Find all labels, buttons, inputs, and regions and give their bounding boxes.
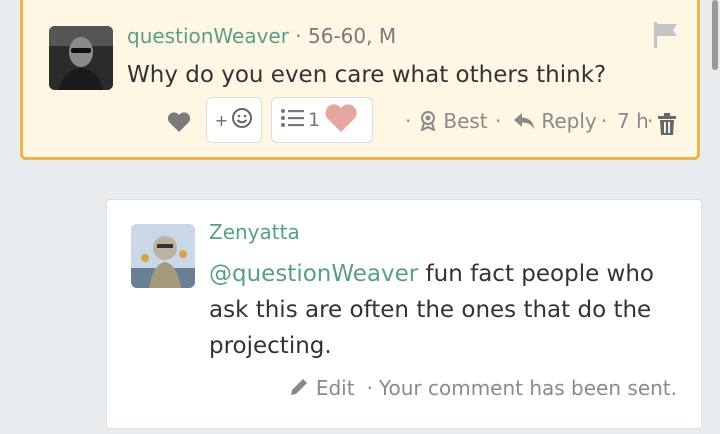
separator: · [601, 109, 608, 133]
trash-icon[interactable] [657, 113, 677, 139]
reply-label: Reply [541, 109, 597, 133]
reply-comment: Zenyatta @questionWeaver fun fact people… [106, 199, 702, 429]
edit-label: Edit [315, 376, 355, 400]
like-heart-icon[interactable] [167, 111, 191, 137]
smiley-icon [231, 107, 253, 133]
separator: · [647, 109, 654, 133]
timestamp: 7 h [617, 109, 649, 133]
flag-icon[interactable] [651, 20, 681, 54]
author-name[interactable]: questionWeaver [127, 24, 289, 48]
scrollbar[interactable] [712, 0, 718, 70]
reactions-button[interactable]: 1 [271, 97, 373, 143]
avatar[interactable] [49, 26, 113, 90]
add-reaction-button[interactable]: + [206, 97, 262, 143]
separator: · [405, 109, 412, 133]
comment-text: Why do you even care what others think? [127, 62, 607, 88]
author-name[interactable]: Zenyatta [209, 220, 300, 244]
pencil-icon [289, 376, 315, 400]
highlighted-comment: questionWeaver · 56-60, M Why do you eve… [20, 0, 700, 160]
mention-link[interactable]: @questionWeaver [209, 261, 418, 287]
reaction-count: 1 [308, 109, 321, 131]
heart-reaction-icon [324, 103, 358, 138]
separator: · [495, 109, 502, 133]
sent-status: Your comment has been sent. [378, 376, 677, 400]
list-icon [280, 107, 304, 134]
add-reaction-plus: + [214, 110, 229, 130]
reply-arrow-icon [513, 109, 541, 133]
best-button[interactable]: Best [419, 109, 488, 133]
reply-button[interactable]: Reply [513, 109, 597, 133]
reply-footer: Edit · Your comment has been sent. [289, 376, 677, 400]
author-meta: · 56-60, M [295, 24, 397, 48]
edit-button[interactable]: Edit [289, 376, 355, 400]
best-label: Best [443, 109, 488, 133]
award-icon [419, 109, 443, 133]
separator: · [366, 376, 373, 400]
comment-author-line: questionWeaver · 56-60, M [127, 24, 396, 48]
comment-actions: + 1 · Best · Reply · 7 h · [23, 97, 697, 147]
avatar[interactable] [131, 224, 195, 288]
reply-text: @questionWeaver fun fact people who ask … [209, 256, 679, 364]
